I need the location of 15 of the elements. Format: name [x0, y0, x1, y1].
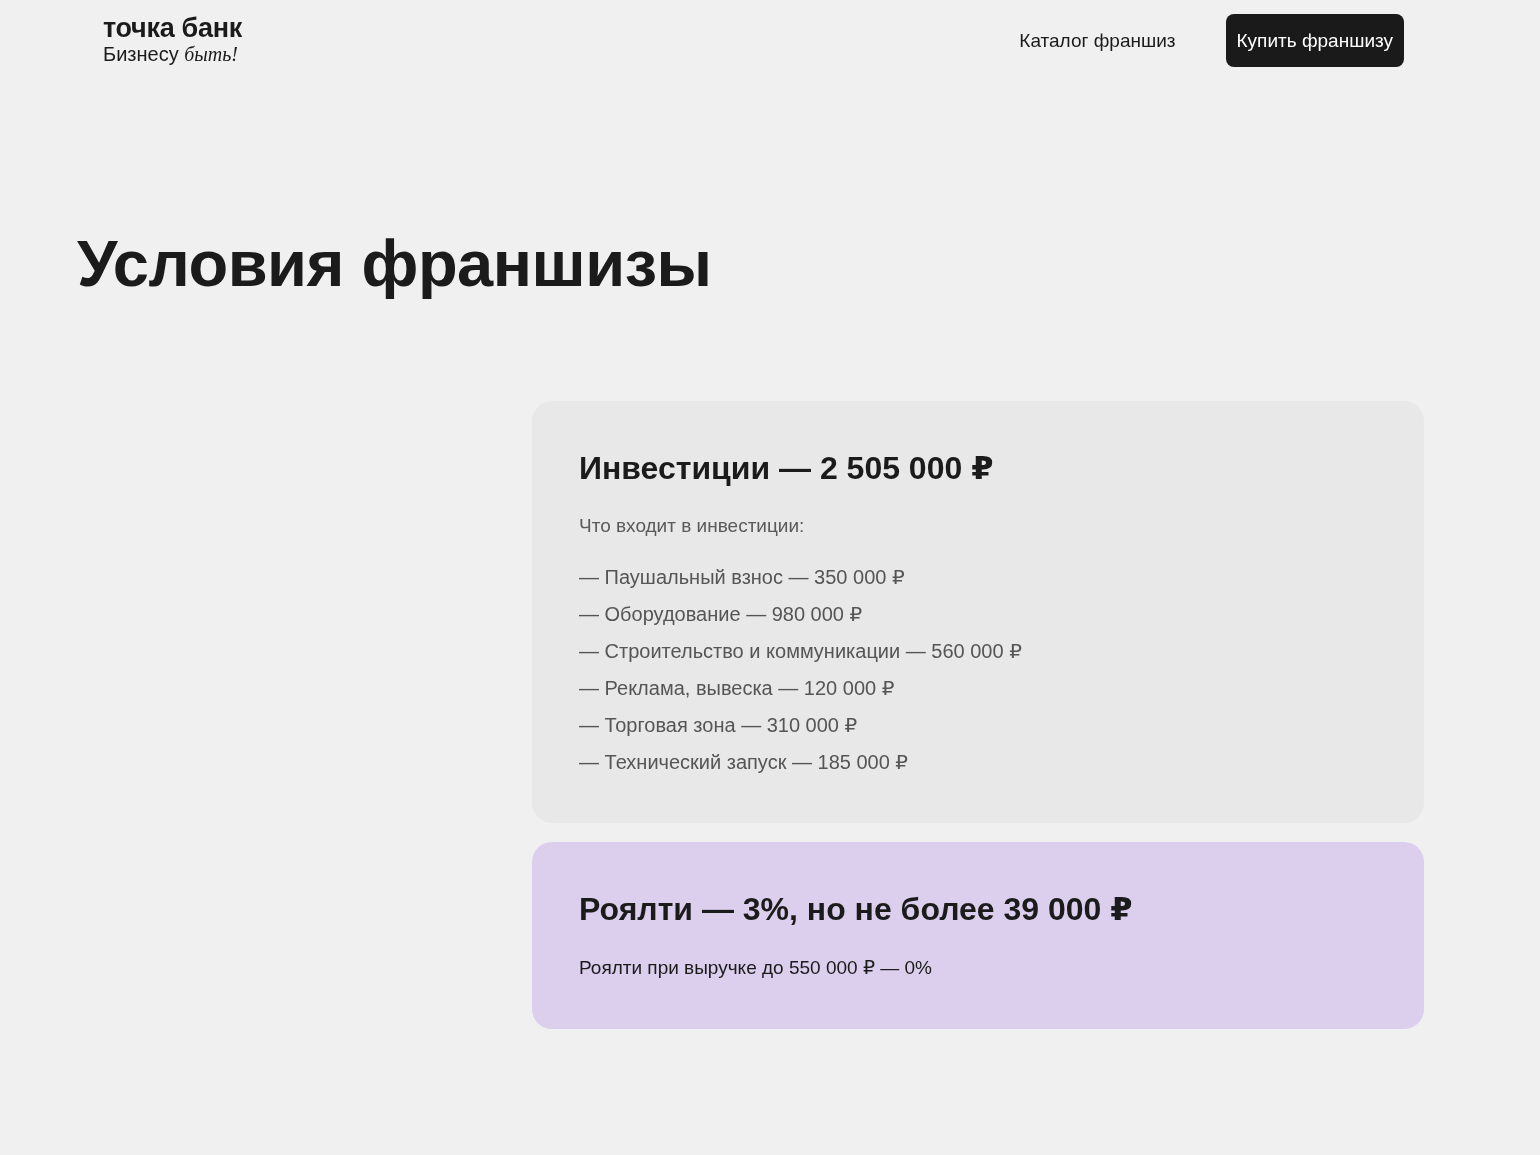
cost-item: — Реклама, вывеска — 120 000 ₽ [579, 676, 896, 700]
nav-link[interactable]: Каталог франшиз [1019, 29, 1176, 52]
buy-franchise-button[interactable]: Купить франшизу [1225, 14, 1404, 67]
card-title: Инвестиции — 2 505 000 ₽ [579, 449, 995, 488]
cost-item: — Торговая зона — 310 000 ₽ [579, 713, 859, 737]
card-subtitle: Что входит в инвестиции: [579, 514, 806, 538]
card-note: Роялти при выручке до 550 000 ₽ — 0% [579, 956, 933, 980]
cost-item: — Технический запуск — 185 000 ₽ [579, 750, 910, 774]
cost-item: — Строительство и коммуникации — 560 000 ₽ [579, 639, 1023, 663]
cost-item: — Паушальный взнос — 350 000 ₽ [579, 565, 906, 589]
cost-item: — Оборудование — 980 000 ₽ [579, 602, 864, 626]
brand-tagline: Бизнесу быть! [103, 42, 239, 66]
card-title: Роялти — 3%, но не более 39 000 ₽ [579, 890, 1134, 929]
brand-name: точка банк [103, 14, 242, 42]
page-title: Условия франшизы [77, 226, 713, 302]
